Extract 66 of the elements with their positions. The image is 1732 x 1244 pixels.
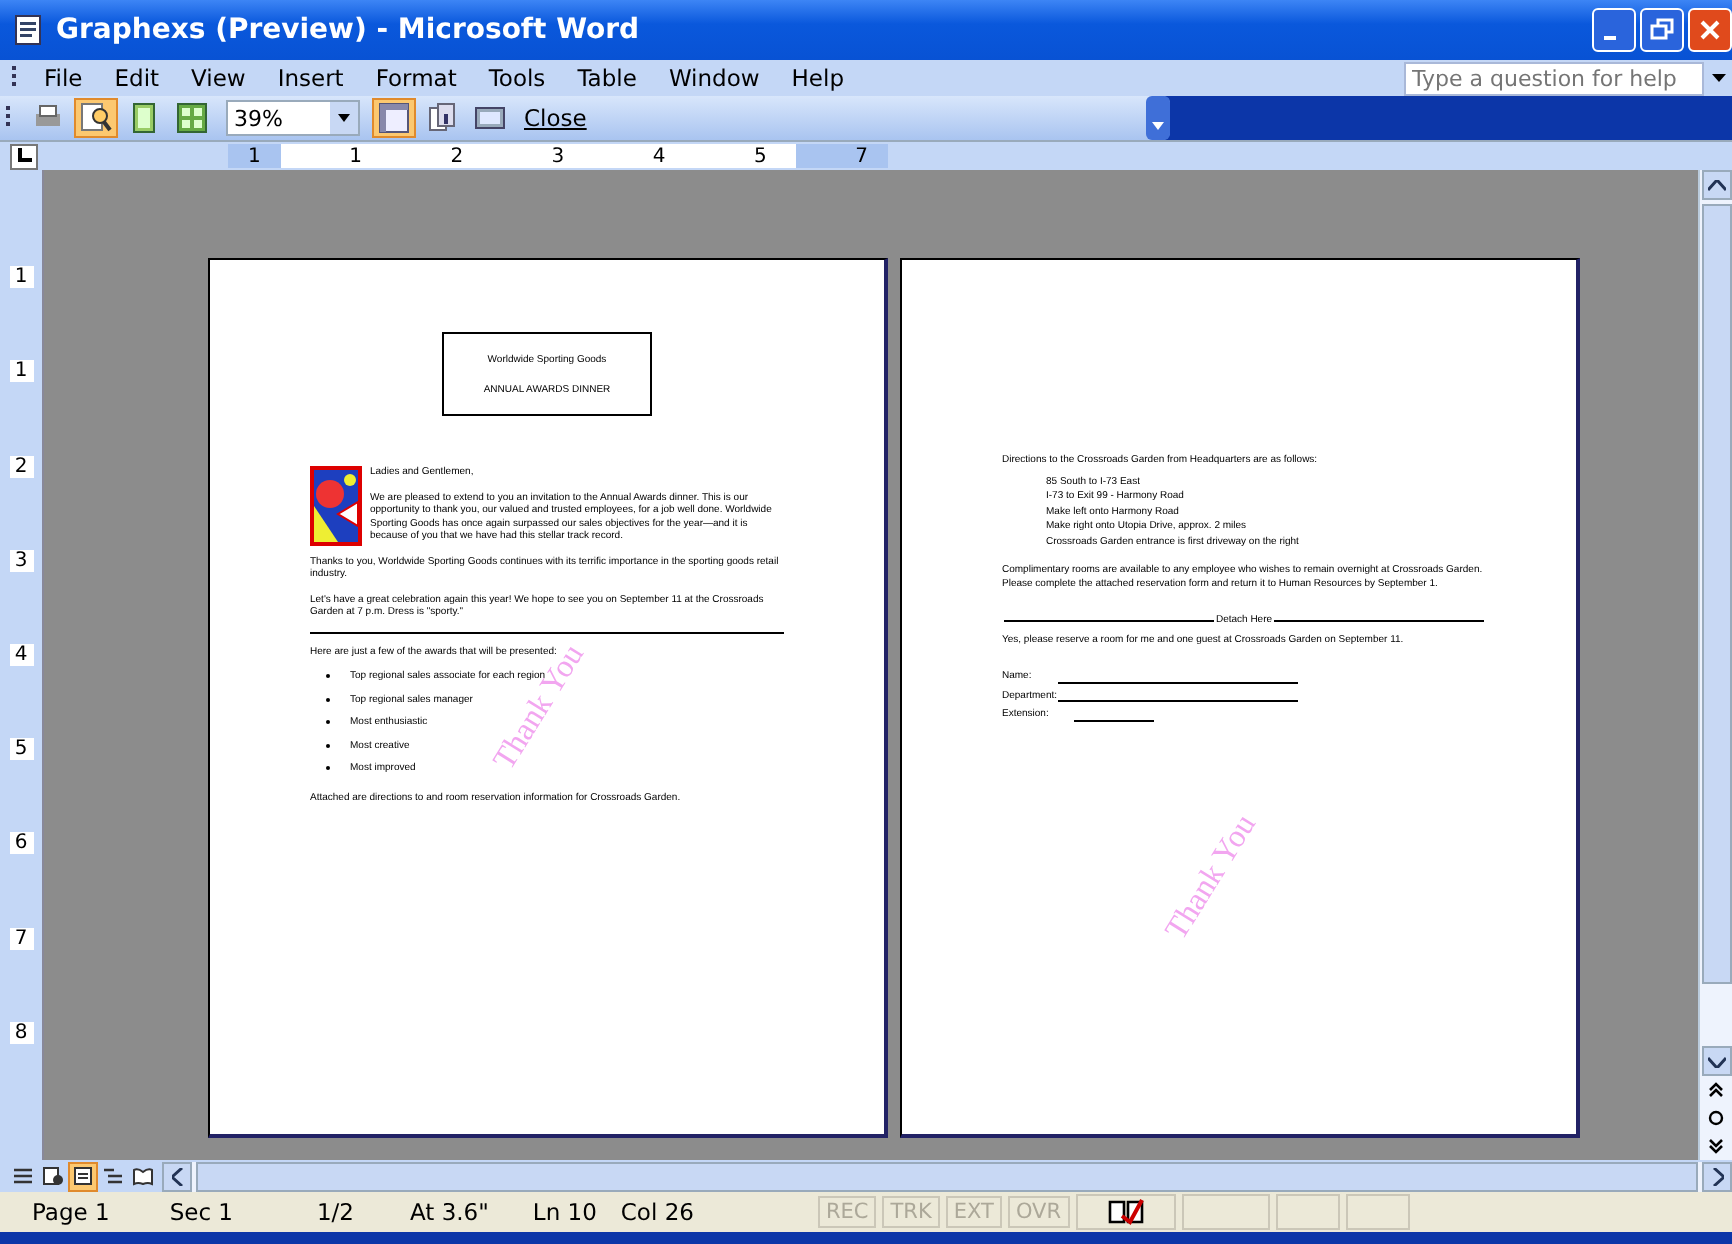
ruler-number: 4 <box>9 643 33 666</box>
ruler-number: 5 <box>753 145 767 167</box>
window-title: Graphexs (Preview) - Microsoft Word <box>56 14 642 46</box>
ruler-number: 1 <box>248 145 261 167</box>
ruler-number: 1 <box>9 266 33 289</box>
web-view-icon[interactable] <box>38 1161 68 1191</box>
print-view-icon[interactable] <box>68 1161 98 1191</box>
caret-icon[interactable] <box>1712 73 1726 83</box>
ruler-number: 4 <box>652 145 666 167</box>
previous-page-icon[interactable] <box>1708 1082 1724 1098</box>
ruler-number: 1 <box>9 360 33 383</box>
vertical-ruler[interactable]: 1 1 2 3 4 5 6 7 8 <box>0 170 44 1160</box>
ruler-number: 2 <box>450 145 464 167</box>
minimize-button[interactable] <box>1592 8 1636 52</box>
spelling-book-icon[interactable] <box>1105 1198 1145 1226</box>
ruler-number: 1 <box>349 145 362 167</box>
ruler-number: 6 <box>9 832 33 855</box>
close-preview-button[interactable]: Close <box>516 104 595 132</box>
ruler-icon[interactable] <box>372 98 416 138</box>
scroll-right-icon[interactable] <box>1702 1161 1732 1191</box>
close-button[interactable] <box>1688 8 1732 52</box>
tab-stop-icon[interactable] <box>10 143 38 169</box>
status-panel <box>1275 1194 1339 1230</box>
magnifier-icon[interactable] <box>74 98 118 138</box>
scroll-down-icon[interactable] <box>1701 1046 1731 1076</box>
restore-button[interactable] <box>1640 8 1684 52</box>
menu-item[interactable]: Help <box>775 64 860 92</box>
vertical-scrollbar[interactable] <box>1698 170 1732 1160</box>
status-field: At 3.6" <box>410 1198 489 1226</box>
menu-item[interactable]: Table <box>561 64 653 92</box>
ruler-number: 2 <box>9 455 33 478</box>
menu-item[interactable]: Window <box>652 64 776 92</box>
browse-object-icon[interactable] <box>1708 1110 1724 1126</box>
party-clipart-drawing <box>310 466 362 546</box>
ruler-number: 7 <box>855 145 868 167</box>
status-panel <box>1345 1194 1409 1230</box>
menu-item[interactable]: Format <box>359 64 473 92</box>
restore-icon <box>1650 18 1674 42</box>
ruler-number: 5 <box>9 738 33 761</box>
help-search-field[interactable]: Type a question for help <box>1404 61 1704 95</box>
close-icon <box>1698 18 1722 42</box>
document-icon <box>12 14 44 46</box>
ruler-number: 3 <box>9 549 33 572</box>
ruler-number: 3 <box>551 145 565 167</box>
status-field: Sec 1 <box>169 1198 233 1226</box>
menu-item[interactable]: Tools <box>472 64 562 92</box>
ruler-number: 8 <box>9 1021 33 1044</box>
scroll-up-icon[interactable] <box>1701 170 1731 200</box>
status-panel <box>1181 1194 1269 1230</box>
status-field: 1/2 <box>316 1198 354 1226</box>
menu-item[interactable]: File <box>28 64 99 92</box>
menu-item[interactable]: View <box>175 64 262 92</box>
next-page-icon[interactable] <box>1708 1138 1724 1154</box>
minimize-icon <box>1604 36 1616 40</box>
status-field: Page 1 <box>32 1198 110 1226</box>
toolbar-options-icon[interactable] <box>1146 96 1170 140</box>
status-field: Ln 10 <box>532 1198 597 1226</box>
horizontal-ruler[interactable]: 1 1 2 3 4 5 7 <box>228 144 888 168</box>
ruler-number: 7 <box>9 927 33 950</box>
menu-item[interactable]: Insert <box>261 64 360 92</box>
menu-item[interactable]: Edit <box>98 64 176 92</box>
status-field: Col 26 <box>620 1198 694 1226</box>
scroll-thumb[interactable] <box>1701 204 1731 984</box>
caret-icon[interactable] <box>330 102 358 134</box>
zoom-dropdown[interactable]: 39% <box>226 100 360 136</box>
scroll-left-icon[interactable] <box>162 1161 192 1191</box>
